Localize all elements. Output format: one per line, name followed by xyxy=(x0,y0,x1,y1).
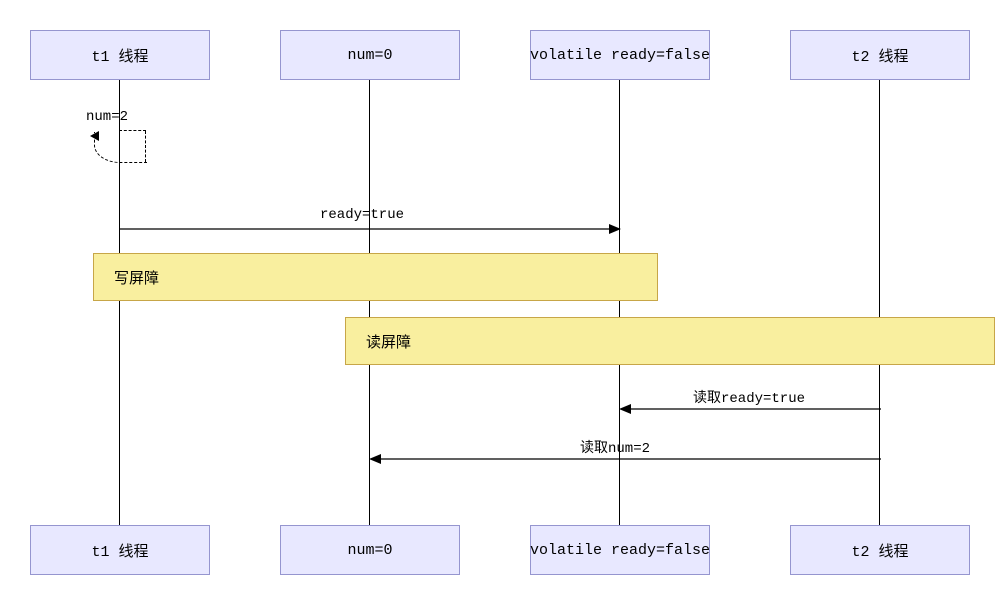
participant-t2-bottom: t2 线程 xyxy=(790,525,970,575)
self-loop-arc xyxy=(94,132,147,163)
participant-label: t1 线程 xyxy=(91,540,148,561)
message-ready-true-label: ready=true xyxy=(320,207,404,223)
sequence-diagram: t1 线程 num=0 volatile ready=false t2 线程 n… xyxy=(0,0,1003,603)
participant-label: num=0 xyxy=(347,47,392,64)
arrow-read-ready xyxy=(619,402,881,416)
participant-label: volatile ready=false xyxy=(530,542,710,559)
participant-t1-bottom: t1 线程 xyxy=(30,525,210,575)
participant-label: volatile ready=false xyxy=(530,47,710,64)
arrow-ready-true xyxy=(119,222,621,236)
barrier-label: 读屏障 xyxy=(366,331,411,352)
participant-label: num=0 xyxy=(347,542,392,559)
message-self-num2-label: num=2 xyxy=(86,109,128,125)
arrow-read-num xyxy=(369,452,881,466)
participant-t2-top: t2 线程 xyxy=(790,30,970,80)
read-barrier: 读屏障 xyxy=(345,317,995,365)
write-barrier: 写屏障 xyxy=(93,253,658,301)
participant-ready-bottom: volatile ready=false xyxy=(530,525,710,575)
participant-t1-top: t1 线程 xyxy=(30,30,210,80)
participant-num-top: num=0 xyxy=(280,30,460,80)
participant-num-bottom: num=0 xyxy=(280,525,460,575)
self-loop-right xyxy=(145,131,146,162)
participant-label: t2 线程 xyxy=(851,45,908,66)
participant-ready-top: volatile ready=false xyxy=(530,30,710,80)
self-loop-top xyxy=(119,130,146,131)
barrier-label: 写屏障 xyxy=(114,267,159,288)
participant-label: t2 线程 xyxy=(851,540,908,561)
participant-label: t1 线程 xyxy=(91,45,148,66)
